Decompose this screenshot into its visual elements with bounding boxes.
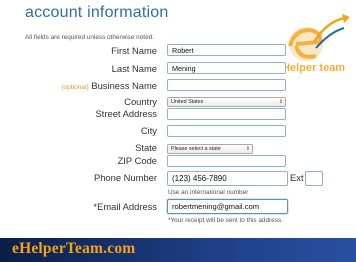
required-note: All fields are required unless otherwise…	[25, 34, 154, 41]
state-select[interactable]: Please select a state ⇕	[167, 144, 253, 154]
street-address-label: Street Address	[95, 108, 158, 119]
state-select-value: Please select a state	[171, 146, 221, 152]
footer-brand-text: eHelperTeam.com	[12, 240, 136, 257]
phone-number-label: Phone Number	[93, 172, 157, 183]
zip-code-input[interactable]	[167, 155, 286, 167]
email-input[interactable]: robertmening@gmail.com	[167, 199, 288, 214]
chevron-updown-icon: ⇕	[278, 99, 283, 105]
zip-code-label: ZIP Code	[117, 155, 157, 166]
ext-label: Ext	[290, 172, 304, 183]
watermark-text: eHelper team	[276, 62, 346, 74]
optional-tag: (optional)	[61, 84, 89, 91]
phone-hint: Use an international number	[168, 189, 249, 196]
ext-input[interactable]	[305, 171, 323, 186]
last-name-label: Last Name	[111, 63, 157, 74]
chevron-updown-icon: ⇕	[245, 146, 250, 152]
business-name-label-text: Business Name	[88, 80, 157, 91]
state-label: State	[135, 142, 157, 153]
business-name-label: (optional) Business Name	[0, 80, 157, 91]
country-select-value: United States	[171, 99, 204, 105]
street-address-input[interactable]	[167, 108, 286, 120]
page-title: account information	[25, 4, 169, 21]
country-select[interactable]: United States ⇕	[167, 97, 286, 107]
phone-number-input[interactable]: (123) 456-7890	[167, 171, 288, 186]
first-name-label: First Name	[111, 45, 157, 56]
first-name-input[interactable]: Robert	[167, 44, 286, 56]
city-label: City	[140, 125, 157, 136]
business-name-input[interactable]	[167, 79, 286, 91]
country-label: Country	[124, 96, 157, 107]
last-name-input[interactable]: Mening	[167, 62, 286, 74]
email-hint: *Your receipt will be sent to this addre…	[168, 217, 283, 224]
city-input[interactable]	[167, 125, 286, 137]
email-label: *Email Address	[93, 201, 157, 212]
